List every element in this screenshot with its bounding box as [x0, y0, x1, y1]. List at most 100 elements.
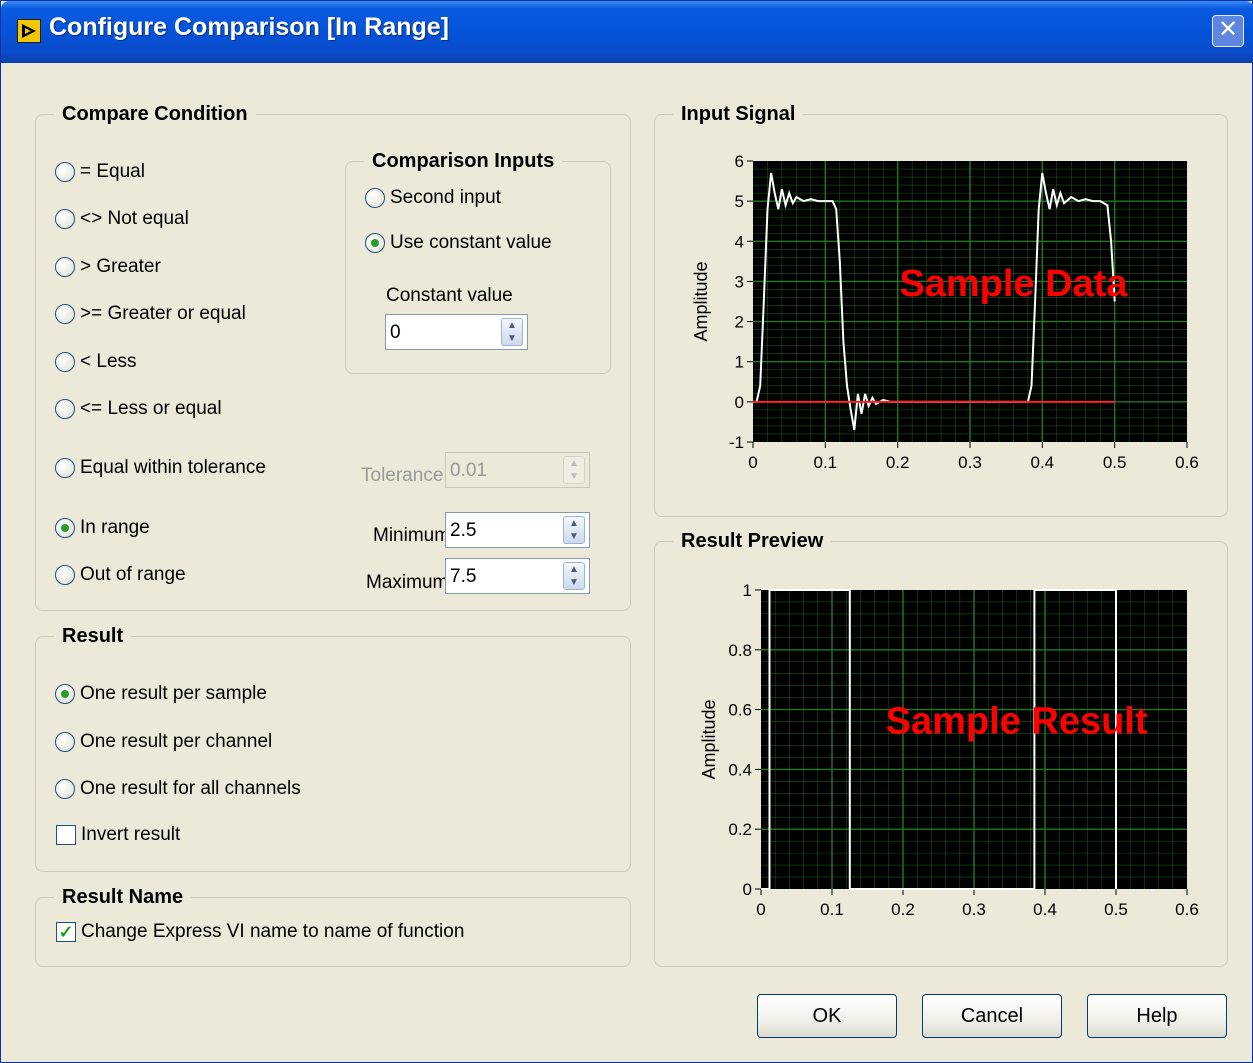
overlay-label: Sample Result	[886, 701, 1148, 743]
result-preview-title: Result Preview	[673, 530, 832, 553]
y-tick-label: 4	[735, 232, 744, 251]
minimum-value: 2.5	[450, 520, 477, 541]
radio-in-range[interactable]: In range	[55, 517, 150, 539]
x-tick-label: 0.2	[891, 900, 915, 919]
checkmark-icon: ✓	[56, 922, 76, 942]
spin-arrows-icon[interactable]: ▲ ▼	[501, 318, 523, 346]
x-tick-label: 0.3	[958, 453, 982, 472]
radio-circle	[55, 257, 75, 277]
radio-label: Use constant value	[390, 232, 552, 253]
radio-label: Equal within tolerance	[80, 457, 266, 478]
tolerance-value: 0.01	[450, 460, 487, 481]
x-tick-label: 0.5	[1103, 453, 1127, 472]
cancel-button[interactable]: Cancel	[922, 994, 1062, 1038]
y-tick-label: 0.4	[728, 760, 752, 779]
close-icon[interactable]: ✕	[1212, 15, 1244, 47]
radio-circle-selected	[55, 684, 75, 704]
radio-label: >= Greater or equal	[80, 303, 246, 324]
minimum-input[interactable]: 2.5 ▲ ▼	[445, 512, 590, 548]
y-tick-label: 2	[735, 313, 744, 332]
spin-arrows-icon[interactable]: ▲ ▼	[563, 562, 585, 590]
maximum-input[interactable]: 7.5 ▲ ▼	[445, 558, 590, 594]
y-tick-label: 0.2	[728, 820, 752, 839]
radio-circle	[55, 399, 75, 419]
change-express-vi-name-checkbox[interactable]: ✓ Change Express VI name to name of funct…	[56, 921, 464, 943]
result-preview-chart: 0 0.1 0.2 0.3 0.4 0.5 0.6 0 0.2 0.4 0.6 0.8 1 Amplitu…	[699, 581, 1199, 919]
radio-label: In range	[80, 517, 150, 538]
radio-circle	[55, 352, 75, 372]
radio-out-of-range[interactable]: Out of range	[55, 564, 186, 586]
y-tick-label: 3	[735, 272, 744, 291]
y-tick-label: 1	[735, 353, 744, 372]
y-tick-label: -1	[729, 433, 744, 452]
x-tick-label: 0.5	[1104, 900, 1128, 919]
minimum-label: Minimum	[373, 525, 451, 546]
y-tick-label: 0	[743, 880, 752, 899]
checkbox-box	[56, 825, 76, 845]
x-tick-label: 0.4	[1033, 900, 1057, 919]
checkbox-label: Change Express VI name to name of functi…	[81, 921, 465, 942]
y-tick-label: 5	[735, 192, 744, 211]
maximum-value: 7.5	[450, 566, 477, 587]
window-title: Configure Comparison [In Range]	[49, 13, 449, 41]
radio-greater[interactable]: > Greater	[55, 256, 161, 278]
radio-label: Second input	[390, 187, 501, 208]
spin-arrows-icon: ▲ ▼	[563, 456, 585, 484]
tolerance-input: 0.01 ▲ ▼	[445, 452, 590, 488]
y-axis-title: Amplitude	[699, 699, 719, 779]
radio-less[interactable]: < Less	[55, 351, 137, 373]
radio-greater-or-equal[interactable]: >= Greater or equal	[55, 303, 246, 325]
x-tick-label: 0.3	[962, 900, 986, 919]
overlay-label: Sample Data	[899, 263, 1128, 305]
y-tick-label: 0.8	[728, 641, 752, 660]
radio-less-or-equal[interactable]: <= Less or equal	[55, 398, 222, 420]
constant-value-label: Constant value	[386, 285, 513, 306]
radio-circle	[55, 732, 75, 752]
radio-equal-within-tolerance[interactable]: Equal within tolerance	[55, 457, 266, 479]
radio-label: <> Not equal	[80, 208, 189, 229]
radio-label: One result for all channels	[80, 778, 301, 799]
x-tick-label: 0.2	[886, 453, 910, 472]
radio-second-input[interactable]: Second input	[365, 187, 501, 209]
radio-one-result-for-all-channels[interactable]: One result for all channels	[55, 778, 301, 800]
y-tick-label: 1	[743, 581, 752, 600]
radio-circle	[55, 458, 75, 478]
invert-result-checkbox[interactable]: Invert result	[56, 824, 180, 846]
radio-label: One result per sample	[80, 683, 267, 704]
ok-button[interactable]: OK	[757, 994, 897, 1038]
radio-one-result-per-sample[interactable]: One result per sample	[55, 683, 267, 705]
radio-circle-selected	[365, 233, 385, 253]
radio-label: One result per channel	[80, 731, 273, 752]
compare-condition-title: Compare Condition	[54, 103, 256, 126]
y-axis-title: Amplitude	[691, 261, 711, 341]
configure-comparison-dialog: Configure Comparison [In Range] ✕ Compar…	[0, 0, 1253, 1063]
radio-circle	[55, 304, 75, 324]
checkbox-label: Invert result	[81, 824, 181, 845]
constant-value-value: 0	[390, 322, 401, 343]
y-tick-label: 6	[735, 152, 744, 171]
radio-one-result-per-channel[interactable]: One result per channel	[55, 731, 272, 753]
x-tick-label: 0.1	[814, 453, 838, 472]
x-tick-label: 0	[756, 900, 765, 919]
radio-label: > Greater	[80, 256, 161, 277]
radio-equal[interactable]: = Equal	[55, 161, 145, 183]
y-tick-label: 0	[735, 393, 744, 412]
input-signal-chart: 0 0.1 0.2 0.3 0.4 0.5 0.6-10123456Amplitude Sam…	[691, 152, 1199, 472]
result-title: Result	[54, 625, 132, 648]
radio-use-constant-value[interactable]: Use constant value	[365, 232, 552, 254]
help-button[interactable]: Help	[1087, 994, 1227, 1038]
radio-not-equal[interactable]: <> Not equal	[55, 208, 189, 230]
comparison-inputs-title: Comparison Inputs	[364, 150, 563, 173]
result-name-title: Result Name	[54, 886, 192, 909]
x-tick-label: 0	[748, 453, 757, 472]
constant-value-input[interactable]: 0 ▲ ▼	[385, 314, 528, 350]
radio-label: Out of range	[80, 564, 186, 585]
title-bar[interactable]: Configure Comparison [In Range] ✕	[1, 1, 1253, 63]
radio-circle	[55, 162, 75, 182]
radio-circle	[365, 188, 385, 208]
x-tick-label: 0.4	[1031, 453, 1055, 472]
maximum-label: Maximum	[366, 572, 449, 593]
spin-arrows-icon[interactable]: ▲ ▼	[563, 516, 585, 544]
radio-label: <= Less or equal	[80, 398, 222, 419]
radio-circle-selected	[55, 518, 75, 538]
